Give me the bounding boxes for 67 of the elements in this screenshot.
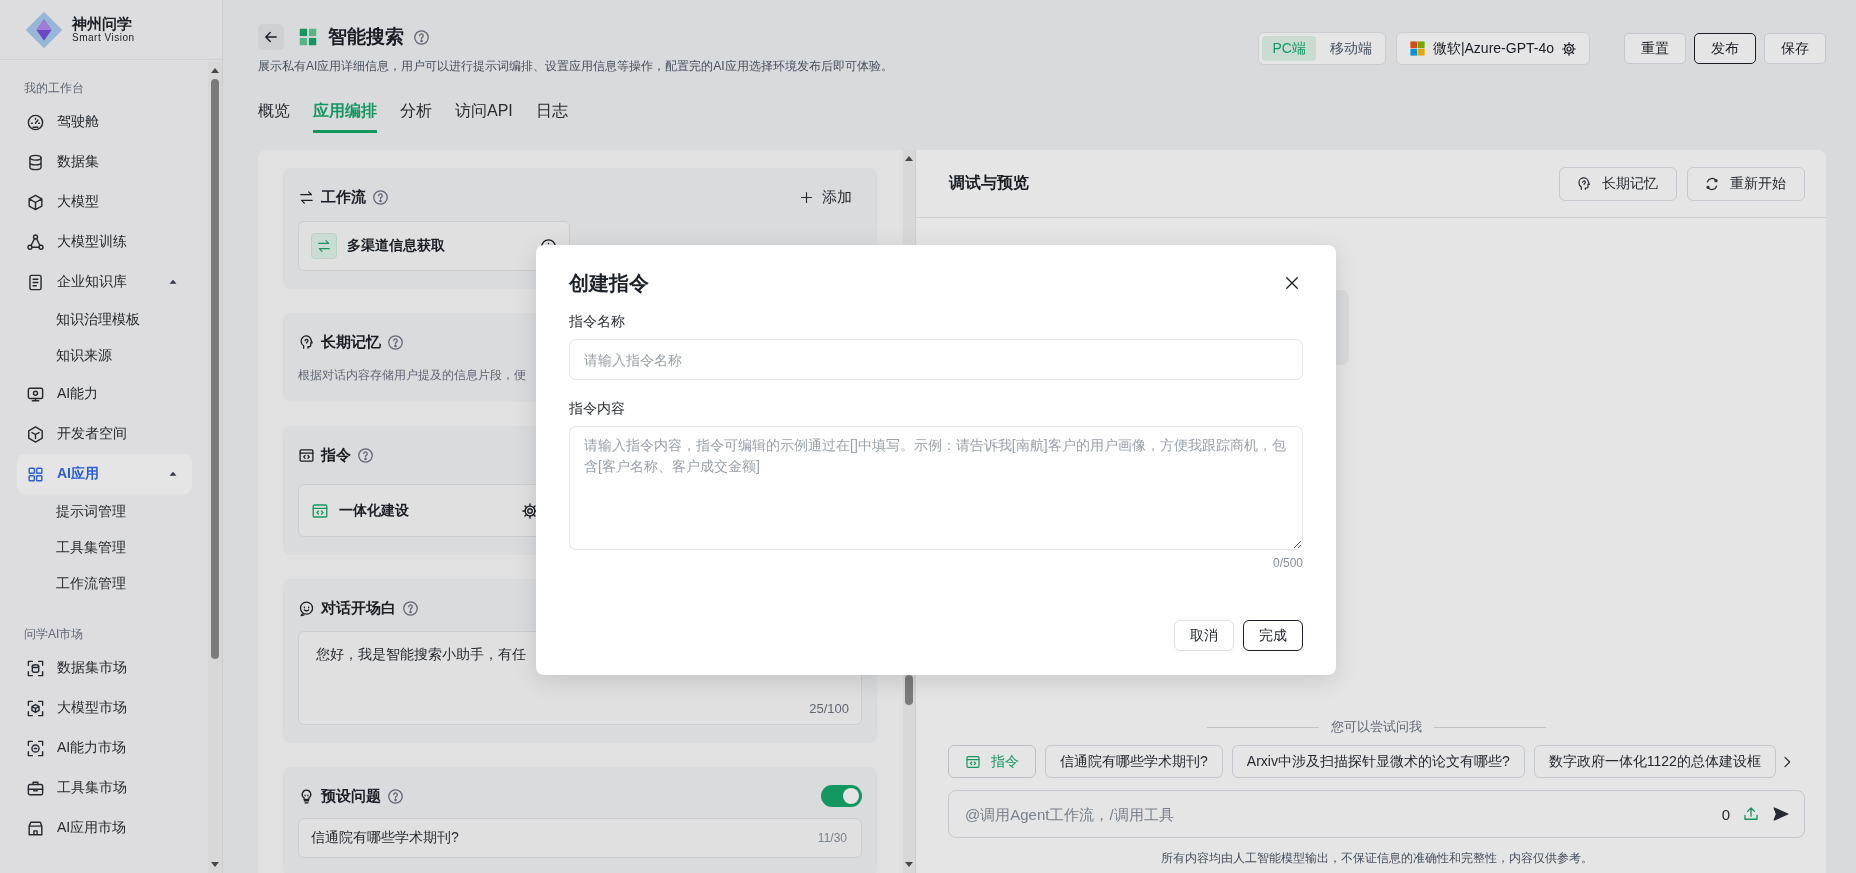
input-box[interactable]: @调用Agent工作流，/调用工具 0 <box>948 790 1805 838</box>
field-label: 指令名称 <box>569 313 626 331</box>
add-button[interactable]: 添加 <box>793 186 858 208</box>
app-description: 展示私有AI应用详细信息，用户可以进行提示词编排、设置应用信息等操作，配置完的AI应用选择环境发布后即可体验。 <box>258 58 894 75</box>
toolbar-button[interactable]: 重置 <box>1624 33 1686 64</box>
brand-name: 神州问学 <box>72 15 133 33</box>
section-label: 问学AI市场 <box>23 626 85 643</box>
dialog-button[interactable]: 取消 <box>1174 620 1234 651</box>
nav-item[interactable]: 工具集市场 <box>17 768 192 808</box>
section-title: 指令 <box>321 445 351 465</box>
nav-item[interactable]: 数据集 <box>17 142 192 182</box>
dialog-button[interactable]: 完成 <box>1243 620 1303 651</box>
nav-subitem[interactable]: 知识来源 <box>17 338 192 374</box>
app-title: 智能搜索 <box>328 25 404 49</box>
disclaimer: 所有内容均由人工智能模型输出，不保证信息的准确性和完整性，内容仅供参考。 <box>1160 850 1593 867</box>
toolbar-button[interactable]: 保存 <box>1764 33 1826 64</box>
suggestion-chip[interactable]: 信通院有哪些学术期刊? <box>1045 745 1223 778</box>
command-name: 一体化建设 <box>339 501 409 520</box>
nav-item[interactable]: AI能力市场 <box>17 728 192 768</box>
nav-item[interactable]: AI应用 <box>17 454 192 494</box>
section-title: 长期记忆 <box>321 332 381 352</box>
suggestion-label: 您可以尝试问我 <box>1331 718 1422 736</box>
nav-item[interactable]: 企业知识库 <box>17 262 192 302</box>
tab[interactable]: 概览 <box>258 95 290 133</box>
chat-input[interactable]: @调用Agent工作流，/调用工具 <box>949 804 1710 824</box>
section-description: 根据对话内容存储用户提及的信息片段，便 <box>298 367 526 384</box>
dialog-title: 创建指令 <box>569 270 649 296</box>
question-text: 信通院有哪些学术期刊? <box>311 829 459 847</box>
field-label: 指令内容 <box>569 400 626 418</box>
opening-text: 您好，我是智能搜索小助手，有任 <box>316 646 527 664</box>
section-label: 我的工作台 <box>23 80 85 97</box>
question-field[interactable]: 信通院有哪些学术期刊? 11/30 <box>298 818 862 858</box>
name-field[interactable]: 请输入指令名称 <box>569 339 1303 380</box>
tab[interactable]: 分析 <box>400 95 432 133</box>
nav-subitem[interactable]: 提示词管理 <box>17 494 192 530</box>
nav-item[interactable]: 开发者空间 <box>17 414 192 454</box>
nav-item[interactable]: 大模型市场 <box>17 688 192 728</box>
tab[interactable]: 日志 <box>535 95 568 133</box>
toolbar-button[interactable]: 长期记忆 <box>1559 166 1677 201</box>
char-count: 0/500 <box>1272 556 1303 570</box>
nav-item[interactable]: AI能力 <box>17 374 192 414</box>
workflow-item[interactable]: 多渠道信息获取 <box>298 221 570 271</box>
toolbar-button[interactable]: 重新开始 <box>1687 166 1805 201</box>
platform-tab[interactable]: 移动端 <box>1319 36 1382 61</box>
suggestion-chip[interactable]: Arxiv中涉及扫描探针显微术的论文有哪些? <box>1231 745 1525 778</box>
nav-subitem[interactable]: 工具集管理 <box>17 530 192 566</box>
section-title: 工作流 <box>321 187 366 207</box>
char-count: 11/30 <box>817 831 847 845</box>
nav-subitem[interactable]: 知识治理模板 <box>17 302 192 338</box>
nav-subitem[interactable]: 工作流管理 <box>17 566 192 602</box>
tab[interactable]: 访问API <box>455 95 513 133</box>
section-title: 预设问题 <box>321 786 381 806</box>
suggestion-chip[interactable]: 数字政府一体化1122的总体建设框 <box>1533 745 1776 778</box>
nav-item[interactable]: 数据集市场 <box>17 648 192 688</box>
char-count: 25/100 <box>809 701 849 716</box>
workflow-name: 多渠道信息获取 <box>347 237 445 255</box>
panel-title: 调试与预览 <box>949 173 1029 193</box>
model-selector[interactable]: 微软|Azure-GPT-4o <box>1395 32 1590 65</box>
nav-item[interactable]: 驾驶舱 <box>17 102 192 142</box>
nav-item[interactable]: 大模型 <box>17 182 192 222</box>
section-title: 对话开场白 <box>321 598 396 618</box>
brand-tagline: Smart Vision <box>72 32 135 44</box>
nav-item[interactable]: AI应用市场 <box>17 808 192 848</box>
nav-item[interactable]: 大模型训练 <box>17 222 192 262</box>
content-field[interactable]: 请输入指令内容，指令可编辑的示例通过在[]中填写。示例：请告诉我[南航]客户的用户画像，方便我跟踪商机，包含[客户名称、客户成交金额] <box>569 426 1303 550</box>
token-count: 0 <box>1721 805 1730 823</box>
toolbar-button[interactable]: 发布 <box>1694 33 1756 64</box>
